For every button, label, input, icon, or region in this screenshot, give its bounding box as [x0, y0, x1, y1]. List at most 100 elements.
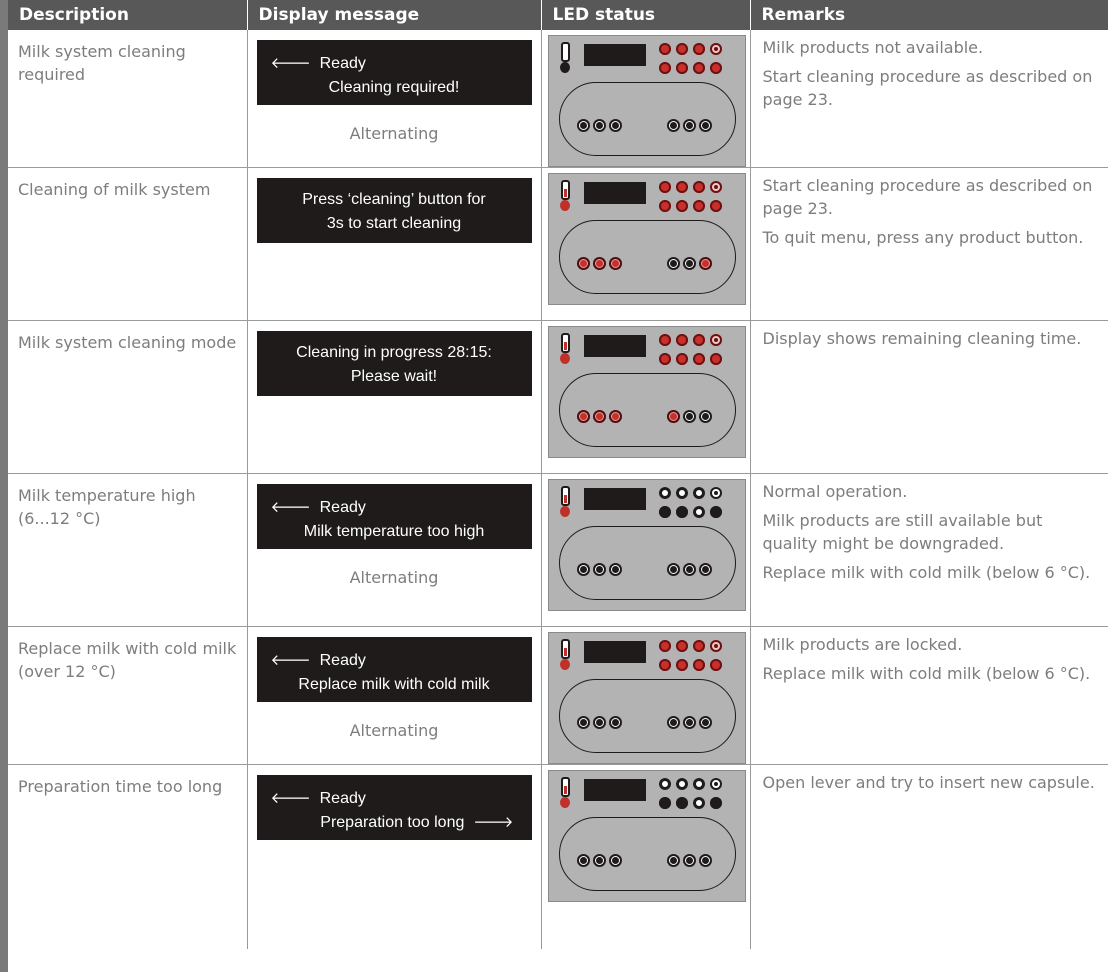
product-button-led — [698, 119, 712, 132]
status-led — [675, 353, 688, 365]
product-button-led — [592, 257, 606, 270]
lcd-display: Press ‘cleaning’ button for 3s to start … — [256, 178, 532, 243]
table-row: Milk temperature high (6...12 °C) 🡐 Read… — [8, 473, 1108, 627]
description-cell: Replace milk with cold milk (over 12 °C) — [8, 626, 248, 765]
led-status-cell — [541, 473, 751, 627]
header-description: Description — [8, 0, 248, 30]
lcd-line-2: Replace milk with cold milk — [298, 676, 490, 693]
remark-text: Milk products are still available but qu… — [762, 511, 1043, 553]
panel-screen — [583, 335, 646, 357]
thermometer-led — [559, 659, 570, 670]
product-button-led — [576, 257, 590, 270]
product-button-led — [698, 563, 712, 576]
lcd-display: 🡐 Ready Cleaning required! — [256, 40, 532, 105]
table-row: Replace milk with cold milk (over 12 °C)… — [8, 626, 1108, 765]
led-status-cell — [541, 167, 751, 321]
led-panel — [547, 326, 746, 458]
troubleshooting-page: Description Display message LED status R… — [8, 0, 1108, 972]
remarks-cell: Open lever and try to insert new capsule… — [750, 765, 1108, 949]
header-remarks: Remarks — [750, 0, 1108, 30]
thermometer-led — [559, 62, 570, 73]
arrow-left-icon: 🡐 — [270, 790, 311, 807]
alternating-label: Alternating — [349, 124, 439, 143]
display-message-cell: Cleaning in progress 28:15: Please wait! — [247, 320, 542, 474]
status-led — [692, 506, 705, 518]
product-button-led — [592, 119, 606, 132]
remark-text: Replace milk with cold milk (below 6 °C)… — [762, 664, 1091, 683]
lcd-display: 🡐 Ready Milk temperature too high — [256, 484, 532, 549]
lcd-line-1: Press ‘cleaning’ button for — [302, 191, 486, 208]
status-led — [692, 334, 705, 346]
product-button-led — [608, 257, 622, 270]
table-row: Milk system cleaning required 🡐 Ready Cl… — [8, 30, 1108, 168]
thermometer-icon — [560, 486, 570, 506]
status-led — [658, 334, 671, 346]
status-led — [675, 640, 688, 652]
description-cell: Milk system cleaning required — [8, 30, 248, 168]
status-led — [658, 200, 671, 212]
status-led — [658, 181, 671, 193]
product-button-led — [576, 119, 590, 132]
product-button-led — [576, 854, 590, 867]
thermometer-icon — [560, 180, 570, 200]
status-led — [692, 640, 705, 652]
product-button-led — [682, 563, 696, 576]
product-button-led — [666, 410, 680, 423]
status-led — [709, 640, 722, 652]
led-panel — [547, 35, 746, 167]
panel-screen — [583, 488, 646, 510]
product-button-led — [576, 410, 590, 423]
product-button-led — [608, 119, 622, 132]
remarks-cell: Normal operation. Milk products are stil… — [750, 473, 1108, 627]
lcd-line-2: Milk temperature too high — [303, 523, 485, 540]
remark-text: Start cleaning procedure as described on… — [762, 176, 1093, 218]
alternating-label: Alternating — [349, 721, 439, 740]
status-led — [709, 353, 722, 365]
arrow-left-icon: 🡐 — [270, 499, 311, 516]
status-led — [658, 43, 671, 55]
table-row: Cleaning of milk system Press ‘cleaning’… — [8, 167, 1108, 321]
product-button-led — [682, 257, 696, 270]
product-button-led — [666, 119, 680, 132]
lcd-line-2: 3s to start cleaning — [326, 215, 462, 232]
status-table: Description Display message LED status R… — [8, 0, 1108, 949]
product-button-led — [592, 410, 606, 423]
display-message-cell: 🡐 Ready Preparation too long 🡒 — [247, 764, 542, 949]
led-panel — [547, 632, 746, 764]
status-led — [675, 778, 688, 790]
led-status-cell — [541, 30, 751, 168]
status-led — [709, 506, 722, 518]
status-led — [658, 640, 671, 652]
status-led — [709, 181, 722, 193]
status-led — [692, 200, 705, 212]
product-button-led — [608, 563, 622, 576]
status-led — [675, 797, 688, 809]
thermometer-icon — [560, 333, 570, 353]
status-led — [675, 62, 688, 74]
status-led — [709, 334, 722, 346]
product-button-led — [698, 410, 712, 423]
status-led — [692, 43, 705, 55]
thermometer-icon — [560, 42, 570, 62]
thermometer-led — [559, 797, 570, 808]
remark-text: Milk products are locked. — [762, 635, 963, 654]
thermometer-led — [559, 506, 570, 517]
status-led — [709, 659, 722, 671]
remark-text: To quit menu, press any product button. — [762, 228, 1084, 247]
thermometer-icon — [560, 639, 570, 659]
product-button-led — [592, 563, 606, 576]
lcd-line-1: Ready — [319, 499, 366, 516]
product-button-led — [592, 716, 606, 729]
description-cell: Milk temperature high (6...12 °C) — [8, 473, 248, 627]
status-led — [709, 797, 722, 809]
product-button-led — [666, 563, 680, 576]
led-panel — [547, 770, 746, 902]
remark-text: Replace milk with cold milk (below 6 °C)… — [762, 563, 1091, 582]
status-led — [658, 487, 671, 499]
status-led — [692, 181, 705, 193]
product-button-led — [666, 854, 680, 867]
product-button-led — [608, 854, 622, 867]
table-row: Preparation time too long 🡐 Ready Prepar… — [8, 764, 1108, 949]
status-led — [709, 43, 722, 55]
led-panel — [547, 479, 746, 611]
